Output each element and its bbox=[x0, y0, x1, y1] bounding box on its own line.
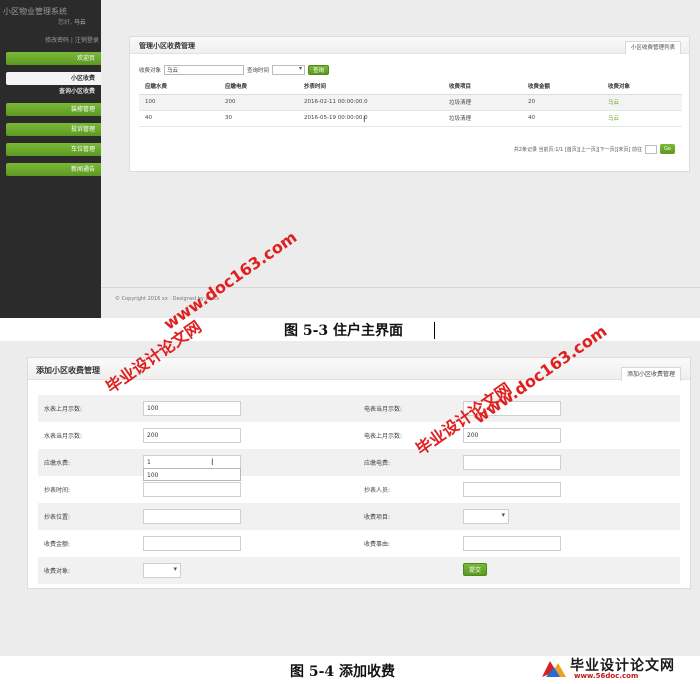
table-cell: 20 bbox=[522, 94, 602, 111]
table-cell: 40 bbox=[522, 110, 602, 127]
reader-input[interactable] bbox=[463, 482, 561, 497]
sidebar-item-community-fees[interactable]: 小区收费 bbox=[6, 72, 101, 85]
table-header-row: 应缴水费 应缴电费 抄表时间 收费项目 收费金额 收费对象 bbox=[139, 79, 682, 95]
table-cell: 100 bbox=[139, 94, 219, 111]
welcome-line: 您好, 马云 bbox=[58, 17, 86, 26]
form-row: 抄表位置: 收费项目: bbox=[38, 503, 680, 530]
search-label: 收费对象 bbox=[139, 67, 162, 74]
text-caret bbox=[434, 322, 435, 339]
resident-main-screenshot: 小区物业管理系统 您好, 马云 修改密码 | 注销登录 欢迎页 小区收费 查询小… bbox=[0, 0, 700, 318]
col-header: 应缴水费 bbox=[139, 79, 219, 95]
elec-fee-label: 应缴电费: bbox=[364, 460, 391, 467]
text-cursor-icon: I bbox=[211, 458, 214, 468]
sidebar: 小区物业管理系统 您好, 马云 修改密码 | 注销登录 欢迎页 小区收费 查询小… bbox=[0, 0, 101, 318]
sidebar-nav: 欢迎页 小区收费 查询小区收费 装修管理 投诉管理 车位管理 新闻通告 bbox=[6, 52, 101, 183]
table-cell: 垃圾清理 bbox=[443, 94, 522, 111]
table-row: 40 30 2016-05-19 00:00:00.0 垃圾清理 40 马云 bbox=[139, 110, 682, 127]
reading-location-label: 抄表位置: bbox=[44, 514, 71, 521]
water-current-input[interactable]: 200 bbox=[143, 428, 241, 443]
fee-list-panel: 管理小区收费管理 小区收费管理列表 收费对象 马云 查询时间 查询 应缴水费 应… bbox=[129, 36, 690, 172]
water-current-label: 水表当月示数: bbox=[44, 433, 83, 440]
fee-amount-label: 收费金额: bbox=[44, 541, 71, 548]
query-time-label: 查询时间 bbox=[247, 67, 270, 74]
water-last-input[interactable]: 100 bbox=[143, 401, 241, 416]
col-header: 收费项目 bbox=[443, 79, 522, 95]
reading-time-input[interactable] bbox=[143, 482, 241, 497]
col-header: 应缴电费 bbox=[219, 79, 298, 95]
add-fee-panel: 添加小区收费管理 添加小区收费管理 水表上月示数: 100 电表当月示数: 水表… bbox=[27, 357, 691, 589]
pagination-text[interactable]: 共2条记录 当前页:1/1 [首页][上一页][下一页][末页] 前往 bbox=[514, 146, 642, 153]
text-cursor-icon: I bbox=[363, 115, 366, 125]
table-cell: 30 bbox=[219, 110, 298, 127]
table-cell: 2016-05-19 00:00:00.0 bbox=[298, 110, 443, 127]
fee-target-select[interactable] bbox=[143, 563, 181, 578]
sidebar-item-complaints[interactable]: 投诉管理 bbox=[6, 123, 101, 136]
col-header: 收费对象 bbox=[602, 79, 682, 95]
form-row: 抄表时间: 抄表人员: bbox=[38, 476, 680, 503]
pagination: 共2条记录 当前页:1/1 [首页][上一页][下一页][末页] 前往 Go bbox=[514, 144, 675, 154]
submit-button[interactable]: 提交 bbox=[463, 563, 488, 576]
owner-link[interactable]: 马云 bbox=[602, 94, 682, 111]
form-row: 应缴水费: 1 100 应缴电费: bbox=[38, 449, 680, 481]
search-input[interactable]: 马云 bbox=[164, 64, 245, 75]
tab-fee-list[interactable]: 小区收费管理列表 bbox=[624, 41, 681, 54]
fee-reason-label: 收费事由: bbox=[364, 541, 391, 548]
current-user: 马云 bbox=[73, 19, 86, 26]
table-row: 100 200 2016-02-11 00:00:00.0 垃圾清理 20 马云 bbox=[139, 94, 682, 111]
system-title: 小区物业管理系统 bbox=[3, 7, 67, 16]
query-time-select[interactable] bbox=[272, 64, 306, 75]
elec-fee-input[interactable] bbox=[463, 455, 561, 470]
query-button[interactable]: 查询 bbox=[308, 64, 330, 75]
fee-table: 应缴水费 应缴电费 抄表时间 收费项目 收费金额 收费对象 100 200 20… bbox=[139, 79, 682, 127]
form-row: 收费金额: 收费事由: bbox=[38, 530, 680, 557]
site-logo: 毕业设计论文网 www.56doc.com bbox=[536, 655, 696, 682]
account-links[interactable]: 修改密码 | 注销登录 bbox=[45, 35, 99, 44]
col-header: 收费金额 bbox=[522, 79, 602, 95]
panel-header: 管理小区收费管理 小区收费管理列表 bbox=[130, 37, 689, 54]
elec-last-input[interactable]: 200 bbox=[463, 428, 561, 443]
sidebar-item-renovation[interactable]: 装修管理 bbox=[6, 103, 101, 116]
logo-mark-icon bbox=[542, 661, 566, 677]
search-bar: 收费对象 马云 查询时间 查询 bbox=[139, 64, 330, 75]
table-cell: 2016-02-11 00:00:00.0 bbox=[298, 94, 443, 111]
table-cell: 200 bbox=[219, 94, 298, 111]
go-button[interactable]: Go bbox=[660, 144, 675, 154]
footer-divider bbox=[101, 287, 700, 288]
owner-link[interactable]: 马云 bbox=[602, 110, 682, 127]
col-header: 抄表时间 bbox=[298, 79, 443, 95]
sidebar-subitem-query-fees[interactable]: 查询小区收费 bbox=[6, 87, 101, 97]
reading-location-input[interactable] bbox=[143, 509, 241, 524]
sidebar-item-welcome[interactable]: 欢迎页 bbox=[6, 52, 101, 65]
fee-item-label: 收费项目: bbox=[364, 514, 391, 521]
elec-current-label: 电表当月示数: bbox=[364, 406, 403, 413]
form-row: 水表当月示数: 200 电表上月示数: 200 bbox=[38, 422, 680, 449]
form-row: 收费对象: 提交 bbox=[38, 557, 680, 584]
table-cell: 40 bbox=[139, 110, 219, 127]
fee-item-select[interactable] bbox=[463, 509, 509, 524]
panel-title: 添加小区收费管理 bbox=[36, 366, 100, 375]
fee-amount-input[interactable] bbox=[143, 536, 241, 551]
sidebar-item-parking[interactable]: 车位管理 bbox=[6, 143, 101, 156]
sidebar-item-news[interactable]: 新闻通告 bbox=[6, 163, 101, 176]
page-number-input[interactable] bbox=[645, 144, 658, 154]
water-last-label: 水表上月示数: bbox=[44, 406, 83, 413]
logo-url: www.56doc.com bbox=[574, 672, 639, 680]
figure-caption-5-3: 图 5-3 住户主界面 bbox=[284, 323, 404, 339]
figure-caption-5-4: 图 5-4 添加收费 bbox=[290, 664, 396, 680]
water-fee-label: 应缴水费: bbox=[44, 460, 71, 467]
welcome-prefix: 您好, bbox=[58, 19, 72, 26]
tab-add-fee[interactable]: 添加小区收费管理 bbox=[620, 367, 681, 381]
fee-reason-input[interactable] bbox=[463, 536, 561, 551]
reader-label: 抄表人员: bbox=[364, 487, 391, 494]
add-fee-screenshot: 添加小区收费管理 添加小区收费管理 水表上月示数: 100 电表当月示数: 水表… bbox=[0, 341, 700, 656]
fee-target-label: 收费对象: bbox=[44, 568, 71, 575]
form-row: 水表上月示数: 100 电表当月示数: bbox=[38, 395, 680, 422]
reading-time-label: 抄表时间: bbox=[44, 487, 71, 494]
elec-last-label: 电表上月示数: bbox=[364, 433, 403, 440]
panel-title: 管理小区收费管理 bbox=[139, 42, 195, 50]
table-cell: 垃圾清理 bbox=[443, 110, 522, 127]
